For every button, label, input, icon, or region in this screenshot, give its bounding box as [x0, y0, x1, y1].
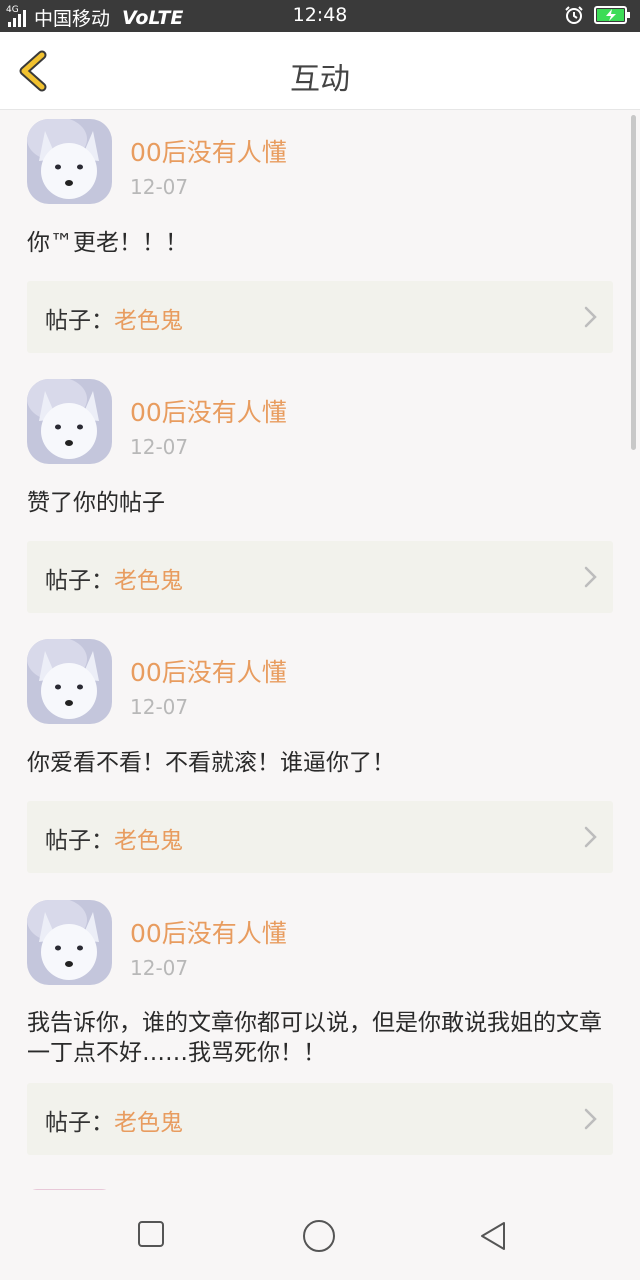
- post-card[interactable]: 帖子：老色鬼: [27, 1083, 613, 1155]
- username[interactable]: 00后没有人懂: [130, 914, 287, 950]
- chevron-right-icon: [584, 1108, 597, 1130]
- comment-text: 你爱看不看！不看就滚！谁逼你了！: [27, 750, 395, 776]
- alarm-clock-icon: [565, 6, 583, 24]
- post-title: 老色鬼: [114, 828, 183, 854]
- post-prefix: 帖子：: [45, 308, 114, 334]
- post-prefix: 帖子：: [45, 828, 114, 854]
- comment-text: 你™更老！！！: [27, 230, 188, 256]
- battery-charging-icon: [594, 6, 630, 24]
- avatar[interactable]: [27, 379, 112, 464]
- username[interactable]: 00后没有人懂: [130, 653, 287, 689]
- system-nav-bar: [0, 1190, 640, 1280]
- page-title: 互动: [290, 62, 350, 97]
- post-title: 老色鬼: [114, 568, 183, 594]
- status-bar: 4G 中国移动 VoLTE 12:48: [0, 0, 640, 32]
- post-label: 帖子：老色鬼: [45, 1103, 183, 1137]
- post-label: 帖子：老色鬼: [45, 301, 183, 335]
- interaction-list[interactable]: 00后没有人懂 12-07 你™更老！！！ 帖子：老色鬼 00后没有人懂 12-…: [0, 111, 640, 1190]
- date: 12-07: [130, 175, 189, 199]
- app-header: 互动: [0, 32, 640, 110]
- square-icon[interactable]: [137, 1220, 165, 1248]
- post-label: 帖子：老色鬼: [45, 821, 183, 855]
- avatar[interactable]: [27, 639, 112, 724]
- post-title: 老色鬼: [114, 308, 183, 334]
- post-card[interactable]: 帖子：老色鬼: [27, 281, 613, 353]
- chevron-right-icon: [584, 306, 597, 328]
- post-label: 帖子：老色鬼: [45, 561, 183, 595]
- post-card[interactable]: 帖子：老色鬼: [27, 801, 613, 873]
- date: 12-07: [130, 435, 189, 459]
- username[interactable]: 00后没有人懂: [130, 133, 287, 169]
- username[interactable]: 00后没有人懂: [130, 393, 287, 429]
- avatar[interactable]: [27, 900, 112, 985]
- avatar[interactable]: [27, 119, 112, 204]
- triangle-back-icon[interactable]: [478, 1220, 508, 1252]
- scrollbar[interactable]: [631, 115, 636, 450]
- clock: 12:48: [292, 4, 348, 26]
- chevron-right-icon: [584, 566, 597, 588]
- comment-text: 我告诉你，谁的文章你都可以说，但是你敢说我姐的文章一丁点不好……我骂死你！！: [27, 1010, 602, 1066]
- date: 12-07: [130, 695, 189, 719]
- post-prefix: 帖子：: [45, 568, 114, 594]
- chevron-right-icon: [584, 826, 597, 848]
- status-right: [564, 5, 630, 25]
- date: 12-07: [130, 956, 189, 980]
- circle-icon[interactable]: [302, 1219, 336, 1253]
- post-title: 老色鬼: [114, 1110, 183, 1136]
- post-card[interactable]: 帖子：老色鬼: [27, 541, 613, 613]
- post-prefix: 帖子：: [45, 1110, 114, 1136]
- comment-text: 赞了你的帖子: [27, 490, 165, 516]
